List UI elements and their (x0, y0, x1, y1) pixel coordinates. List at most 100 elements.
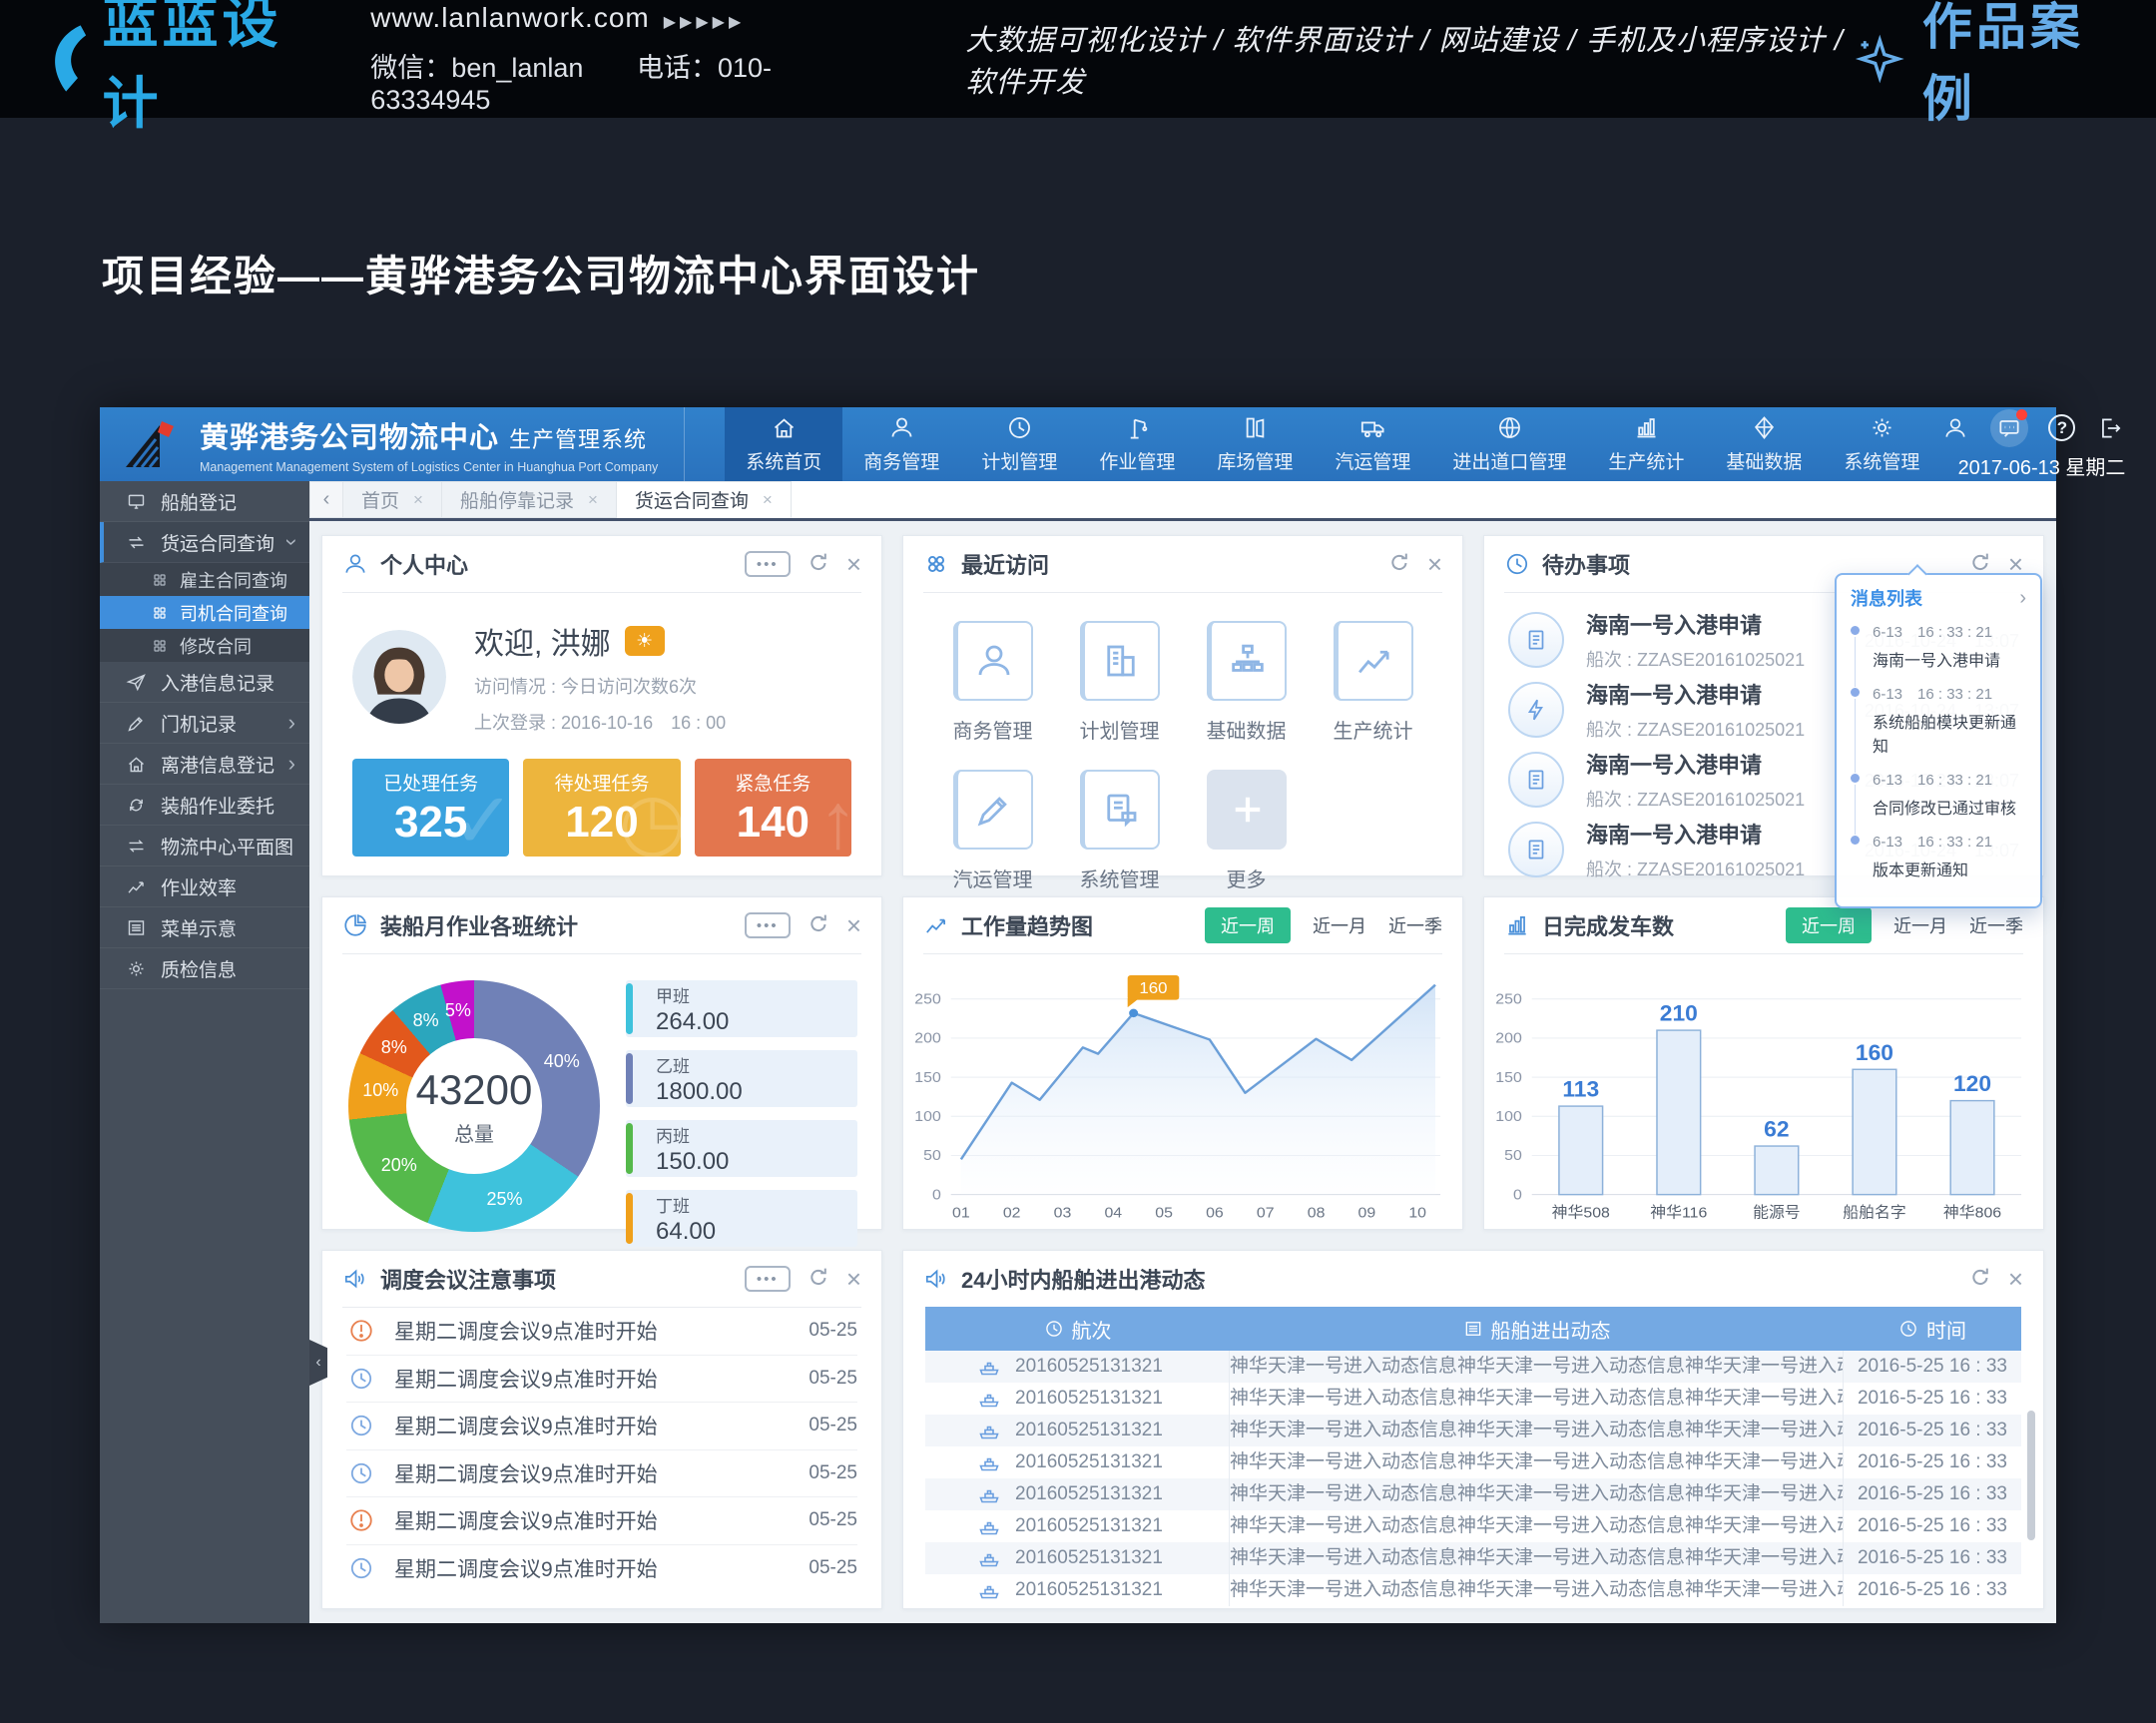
meeting-row[interactable]: 星期二调度会议9点准时开始05-25 (346, 1356, 857, 1404)
grid-icon (152, 572, 168, 588)
tile-business[interactable]: 商务管理 (929, 621, 1056, 744)
sidebar-item-efficiency[interactable]: 作业效率 (100, 866, 309, 907)
tab-scroll-left-button[interactable]: ‹ (309, 481, 343, 518)
logout-icon[interactable] (2095, 413, 2125, 443)
sidebar-item-quality-info[interactable]: 质检信息 (100, 948, 309, 989)
nav-item-plan[interactable]: 计划管理 (960, 407, 1078, 481)
card-title: 最近访问 (961, 548, 1049, 580)
meeting-row[interactable]: 星期二调度会议9点准时开始05-25 (346, 1497, 857, 1545)
close-icon[interactable]: × (846, 551, 861, 577)
nav-item-gate[interactable]: 进出道口管理 (1431, 407, 1587, 481)
plus-icon (1227, 789, 1269, 831)
nav-item-yard[interactable]: 库场管理 (1196, 407, 1314, 481)
period-week-button[interactable]: 近一周 (1786, 907, 1872, 943)
refresh-icon[interactable] (807, 1265, 830, 1294)
chevron-right-icon[interactable]: › (2019, 587, 2026, 610)
stat-processed-tasks[interactable]: ✓已处理任务325 (352, 759, 509, 857)
table-scrollbar[interactable] (2027, 1411, 2035, 1540)
user-icon[interactable] (1940, 413, 1970, 443)
table-row[interactable]: 20160525131321神华天津一号进入动态信息神华天津一号进入动态信息神华… (925, 1542, 2021, 1574)
message-item[interactable]: 6-13 16 : 33 : 21海南一号入港申请 (1851, 621, 2026, 671)
promo-banner: 蓝蓝设计 www.lanlanwork.com▶▶▶▶▶ 微信：ben_lanl… (0, 0, 2156, 118)
period-quarter-button[interactable]: 近一季 (1388, 912, 1442, 938)
period-month-button[interactable]: 近一月 (1313, 912, 1366, 938)
refresh-icon[interactable] (1387, 550, 1411, 579)
sidebar-item-center-plan[interactable]: 物流中心平面图 (100, 826, 309, 866)
sidebar-item-arrival-record[interactable]: 入港信息记录 (100, 662, 309, 703)
table-row[interactable]: 20160525131321神华天津一号进入动态信息神华天津一号进入动态信息神华… (925, 1415, 2021, 1446)
close-icon[interactable]: × (1427, 551, 1442, 577)
sidebar-item-departure-register[interactable]: 离港信息登记› (100, 744, 309, 785)
tab-freight-contract[interactable]: 货运合同查询× (617, 481, 792, 518)
table-row[interactable]: 20160525131321神华天津一号进入动态信息神华天津一号进入动态信息神华… (925, 1574, 2021, 1606)
period-quarter-button[interactable]: 近一季 (1969, 912, 2023, 938)
sidebar-item-freight-contract[interactable]: 货运合同查询› (100, 522, 309, 563)
nav-item-operation[interactable]: 作业管理 (1078, 407, 1196, 481)
sidebar-item-ship-register[interactable]: 船舶登记 (100, 481, 309, 522)
donut-total-label: 总量 (454, 1118, 494, 1147)
lanlan-logo-icon (38, 15, 92, 103)
tab-ship-berthing[interactable]: 船舶停靠记录× (442, 481, 617, 518)
ship-icon (977, 1419, 1001, 1442)
tab-home[interactable]: 首页× (343, 481, 442, 518)
sidebar-subitem-driver-contract[interactable]: 司机合同查询 (100, 596, 309, 629)
stat-urgent-tasks[interactable]: ↑紧急任务140 (695, 759, 851, 857)
app-header: 黄骅港务公司物流中心生产管理系统 Management Management S… (100, 407, 2056, 481)
period-week-button[interactable]: 近一周 (1205, 907, 1291, 943)
stat-pending-tasks[interactable]: ◷待处理任务120 (523, 759, 680, 857)
sidebar-subitem-employer-contract[interactable]: 雇主合同查询 (100, 563, 309, 596)
close-icon[interactable]: × (588, 490, 598, 510)
close-icon[interactable]: × (846, 912, 861, 938)
nav-item-statistics[interactable]: 生产统计 (1587, 407, 1705, 481)
meeting-row[interactable]: 星期二调度会议9点准时开始05-25 (346, 1308, 857, 1356)
tile-plan[interactable]: 计划管理 (1056, 621, 1183, 744)
table-row[interactable]: 20160525131321神华天津一号进入动态信息神华天津一号进入动态信息神华… (925, 1478, 2021, 1510)
meeting-row[interactable]: 星期二调度会议9点准时开始05-25 (346, 1403, 857, 1450)
period-month-button[interactable]: 近一月 (1893, 912, 1947, 938)
more-options-button[interactable]: ••• (745, 912, 791, 938)
tile-system[interactable]: 系统管理 (1056, 770, 1183, 892)
messages-icon[interactable] (1990, 409, 2028, 447)
tile-basedata[interactable]: 基础数据 (1183, 621, 1310, 744)
refresh-icon[interactable] (807, 911, 830, 940)
nav-item-business[interactable]: 商务管理 (842, 407, 960, 481)
message-item[interactable]: 6-13 16 : 33 : 21系统船舶模块更新通知 (1851, 683, 2026, 757)
help-icon[interactable]: ? (2048, 414, 2075, 441)
tile-transport[interactable]: 汽运管理 (929, 770, 1056, 892)
close-icon[interactable]: × (763, 490, 773, 510)
sidebar-subitem-modify-contract[interactable]: 修改合同 (100, 629, 309, 662)
meeting-row[interactable]: 星期二调度会议9点准时开始05-25 (346, 1450, 857, 1498)
sidebar-item-menu-demo[interactable]: 菜单示意 (100, 907, 309, 948)
tile-statistics[interactable]: 生产统计 (1310, 621, 1436, 744)
refresh-icon[interactable] (807, 550, 830, 579)
more-options-button[interactable]: ••• (745, 551, 791, 577)
svg-text:120: 120 (1953, 1072, 1991, 1096)
message-item[interactable]: 6-13 16 : 33 : 21合同修改已通过审核 (1851, 769, 2026, 819)
sidebar-item-gate-machine[interactable]: 门机记录› (100, 703, 309, 744)
nav-item-system[interactable]: 系统管理 (1823, 407, 1940, 481)
sidebar-item-loading-commission[interactable]: 装船作业委托 (100, 785, 309, 826)
close-icon[interactable]: × (413, 490, 423, 510)
svg-text:10: 10 (1408, 1205, 1426, 1222)
table-row[interactable]: 20160525131321神华天津一号进入动态信息神华天津一号进入动态信息神华… (925, 1510, 2021, 1542)
clock-icon (346, 1411, 376, 1440)
refresh-icon[interactable] (1968, 1265, 1992, 1294)
table-row[interactable]: 20160525131321神华天津一号进入动态信息神华天津一号进入动态信息神华… (925, 1351, 2021, 1383)
table-row[interactable]: 20160525131321神华天津一号进入动态信息神华天津一号进入动态信息神华… (925, 1446, 2021, 1478)
svg-text:01: 01 (952, 1205, 970, 1222)
meeting-row[interactable]: 星期二调度会议9点准时开始05-25 (346, 1545, 857, 1593)
table-row[interactable]: 20160525131321神华天津一号进入动态信息神华天津一号进入动态信息神华… (925, 1383, 2021, 1415)
more-options-button[interactable]: ••• (745, 1266, 791, 1292)
clock-icon (346, 1553, 376, 1583)
ship-icon (977, 1546, 1001, 1570)
nav-item-home[interactable]: 系统首页 (725, 407, 842, 481)
close-icon[interactable]: × (2008, 1266, 2023, 1292)
legend-item: 乙班1800.00 (626, 1050, 857, 1107)
tile-more[interactable]: 更多 (1183, 770, 1310, 892)
nav-item-basedata[interactable]: 基础数据 (1705, 407, 1823, 481)
message-item[interactable]: 6-13 16 : 33 : 21版本更新通知 (1851, 831, 2026, 880)
close-icon[interactable]: × (846, 1266, 861, 1292)
svg-text:04: 04 (1104, 1205, 1122, 1222)
nav-item-transport[interactable]: 汽运管理 (1314, 407, 1431, 481)
voyage-icon (1044, 1319, 1064, 1339)
